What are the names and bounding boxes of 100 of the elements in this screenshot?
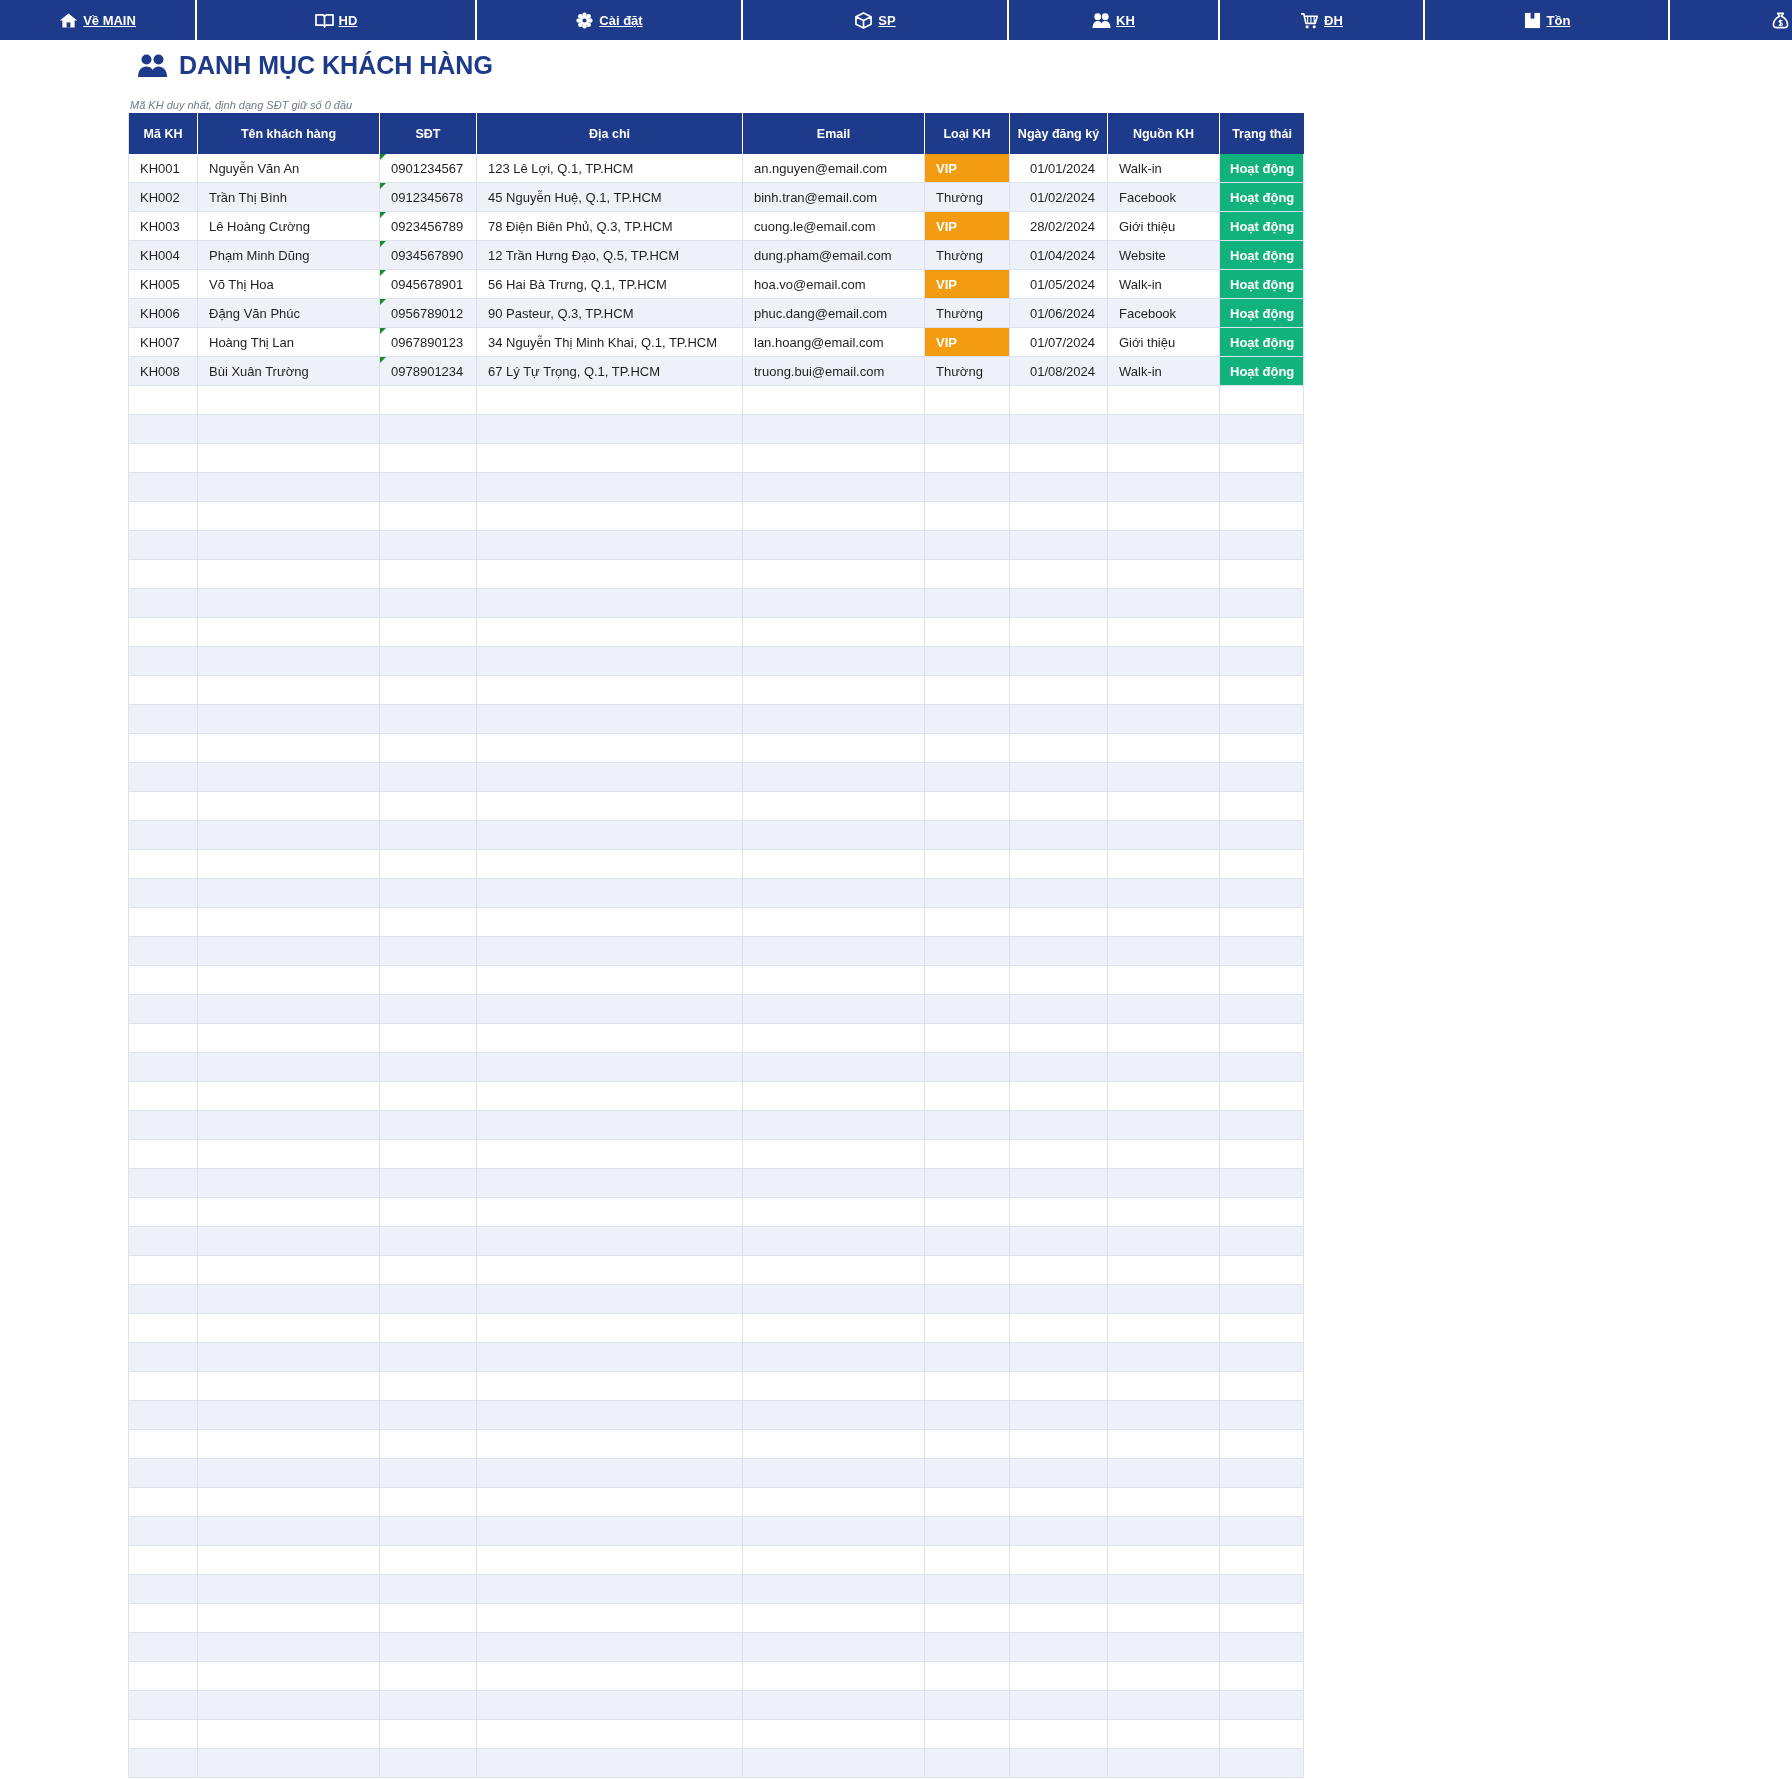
box-icon[interactable] — [1522, 11, 1542, 29]
table-cell: Walk-in — [1108, 154, 1220, 183]
table-cell: Thường — [925, 357, 1010, 386]
table-cell: 0912345678 — [380, 183, 477, 212]
table-cell: Hoạt động — [1220, 299, 1304, 328]
table-cell: KH007 — [129, 328, 198, 357]
table-cell: Hoạt động — [1220, 328, 1304, 357]
column-header: Địa chỉ — [477, 113, 743, 154]
table-cell: Phạm Minh Dũng — [198, 241, 380, 270]
table-cell: Hoạt động — [1220, 212, 1304, 241]
table-cell: 28/02/2024 — [1010, 212, 1108, 241]
table-cell: 0934567890 — [380, 241, 477, 270]
column-header: Email — [743, 113, 925, 154]
nav-link[interactable]: Về MAIN — [0, 0, 197, 40]
table-cell: 78 Điện Biên Phủ, Q.3, TP.HCM — [477, 212, 743, 241]
column-header: Trạng thái — [1220, 113, 1304, 154]
table-cell: Website — [1108, 241, 1220, 270]
nav-link[interactable]: SP — [743, 0, 1009, 40]
table-cell: Đặng Văn Phúc — [198, 299, 380, 328]
table-cell: Walk-in — [1108, 357, 1220, 386]
table-cell: KH002 — [129, 183, 198, 212]
table-cell: 01/08/2024 — [1010, 357, 1108, 386]
table-cell: Walk-in — [1108, 270, 1220, 299]
table-cell: KH001 — [129, 154, 198, 183]
table-cell: Thường — [925, 241, 1010, 270]
table-cell: VIP — [925, 270, 1010, 299]
table-cell: KH008 — [129, 357, 198, 386]
table-cell: VIP — [925, 154, 1010, 183]
table-cell: KH006 — [129, 299, 198, 328]
table-cell: 01/06/2024 — [1010, 299, 1108, 328]
table-cell: 12 Trần Hưng Đạo, Q.5, TP.HCM — [477, 241, 743, 270]
table-cell: Võ Thị Hoa — [198, 270, 380, 299]
table-cell: 45 Nguyễn Huệ, Q.1, TP.HCM — [477, 183, 743, 212]
table-cell: 123 Lê Lợi, Q.1, TP.HCM — [477, 154, 743, 183]
money-bag-icon[interactable] — [1771, 11, 1790, 29]
table-cell: hoa.vo@email.com — [743, 270, 925, 299]
table-cell: Facebook — [1108, 183, 1220, 212]
table-cell: KH005 — [129, 270, 198, 299]
table-cell: 0901234567 — [380, 154, 477, 183]
table-cell: VIP — [925, 328, 1010, 357]
table-cell: Hoạt động — [1220, 154, 1304, 183]
nav-link[interactable] — [1670, 0, 1792, 40]
table-cell: Thường — [925, 299, 1010, 328]
table-cell: lan.hoang@email.com — [743, 328, 925, 357]
table-cell: 56 Hai Bà Trưng, Q.1, TP.HCM — [477, 270, 743, 299]
table-cell: Hoạt động — [1220, 357, 1304, 386]
table-cell: Hoạt động — [1220, 183, 1304, 212]
nav-link[interactable]: ĐH — [1220, 0, 1425, 40]
table-cell: 01/05/2024 — [1010, 270, 1108, 299]
column-header: Ngày đăng ký — [1010, 113, 1108, 154]
nav-link[interactable]: Cài đặt — [477, 0, 743, 40]
table-cell: 34 Nguyễn Thị Minh Khai, Q.1, TP.HCM — [477, 328, 743, 357]
table-cell: 01/07/2024 — [1010, 328, 1108, 357]
people-icon — [137, 53, 168, 77]
table-cell: KH003 — [129, 212, 198, 241]
table-cell: Facebook — [1108, 299, 1220, 328]
book-icon[interactable] — [314, 11, 334, 29]
table-cell: VIP — [925, 212, 1010, 241]
people-icon[interactable] — [1092, 11, 1112, 29]
column-header: SĐT — [380, 113, 477, 154]
table-cell: Bùi Xuân Trường — [198, 357, 380, 386]
table-cell: Giới thiệu — [1108, 212, 1220, 241]
gear-icon[interactable] — [575, 11, 595, 29]
nav-link[interactable]: HD — [197, 0, 477, 40]
table-cell: 0967890123 — [380, 328, 477, 357]
column-header: Nguồn KH — [1108, 113, 1220, 154]
cube-icon[interactable] — [854, 11, 874, 29]
nav-link[interactable]: KH — [1009, 0, 1220, 40]
page-title: DANH MỤC KHÁCH HÀNG — [179, 50, 493, 80]
table-cell: Hoàng Thị Lan — [198, 328, 380, 357]
table-cell: Giới thiệu — [1108, 328, 1220, 357]
table-cell: Nguyễn Văn An — [198, 154, 380, 183]
table-cell: 0978901234 — [380, 357, 477, 386]
table-cell: Thường — [925, 183, 1010, 212]
table-cell: 0945678901 — [380, 270, 477, 299]
note-text: Mã KH duy nhất, định dạng SĐT giữ số 0 đầu — [130, 99, 353, 111]
table-cell: cuong.le@email.com — [743, 212, 925, 241]
table-cell: Lê Hoàng Cường — [198, 212, 380, 241]
table-cell: 01/01/2024 — [1010, 154, 1108, 183]
table-cell: binh.tran@email.com — [743, 183, 925, 212]
table-cell: truong.bui@email.com — [743, 357, 925, 386]
table-cell: 67 Lý Tự Trọng, Q.1, TP.HCM — [477, 357, 743, 386]
table-cell: Hoạt động — [1220, 241, 1304, 270]
table-cell: 0923456789 — [380, 212, 477, 241]
table-cell: 90 Pasteur, Q.3, TP.HCM — [477, 299, 743, 328]
table-cell: 01/02/2024 — [1010, 183, 1108, 212]
cart-icon[interactable] — [1300, 11, 1320, 29]
table-cell: phuc.dang@email.com — [743, 299, 925, 328]
table-cell: dung.pham@email.com — [743, 241, 925, 270]
table-cell: Trần Thị Bình — [198, 183, 380, 212]
column-header: Loại KH — [925, 113, 1010, 154]
table-cell: Hoạt động — [1220, 270, 1304, 299]
nav-link[interactable]: Tồn — [1425, 0, 1670, 40]
table-cell: 0956789012 — [380, 299, 477, 328]
table-cell: an.nguyen@email.com — [743, 154, 925, 183]
home-icon[interactable] — [59, 11, 79, 29]
table-cell: KH004 — [129, 241, 198, 270]
table-cell: 01/04/2024 — [1010, 241, 1108, 270]
column-header: Tên khách hàng — [198, 113, 380, 154]
column-header: Mã KH — [129, 113, 198, 154]
